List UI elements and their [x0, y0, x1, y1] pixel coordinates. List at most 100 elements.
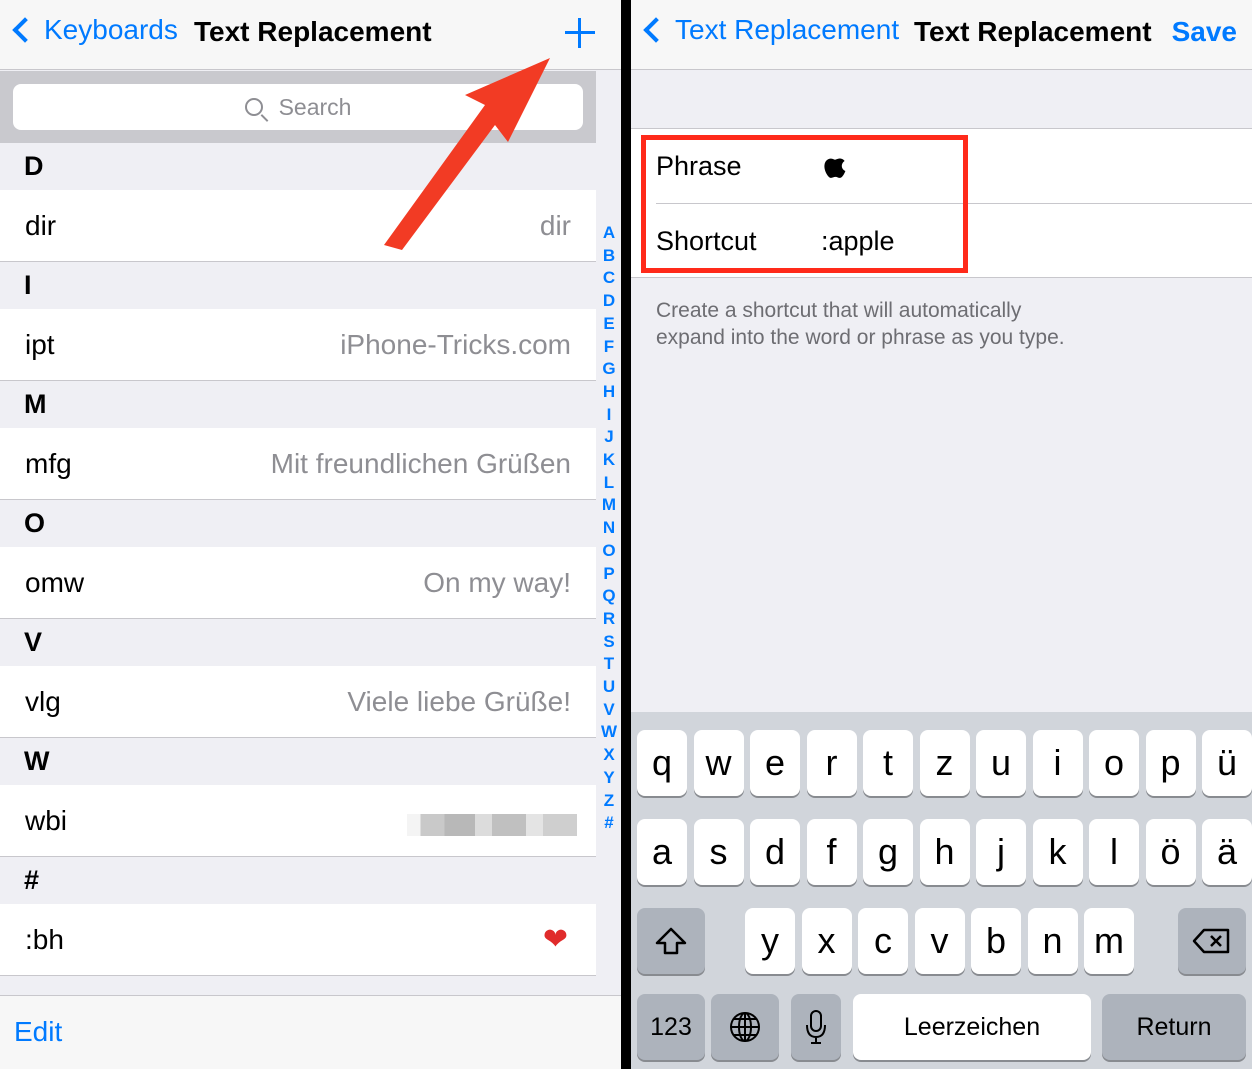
- index-letter[interactable]: Z: [600, 790, 618, 813]
- section-header: I: [0, 262, 596, 309]
- index-letter[interactable]: Y: [600, 767, 618, 790]
- letter-key[interactable]: n: [1027, 908, 1078, 974]
- letter-key[interactable]: ü: [1202, 730, 1252, 796]
- letter-key[interactable]: k: [1032, 819, 1083, 885]
- section-header: #: [0, 857, 596, 904]
- heart-icon: ❤: [542, 923, 568, 956]
- letter-key[interactable]: a: [637, 819, 687, 885]
- shortcut-field[interactable]: Shortcut :apple: [656, 203, 1252, 277]
- index-letter[interactable]: J: [600, 426, 618, 449]
- letter-key[interactable]: e: [750, 730, 800, 796]
- letter-key[interactable]: q: [637, 730, 687, 796]
- index-letter[interactable]: M: [600, 494, 618, 517]
- list-item[interactable]: vlg Viele liebe Grüße!: [0, 666, 596, 738]
- shortcut-text: vlg: [25, 686, 61, 717]
- search-bar: Search: [0, 71, 596, 143]
- index-letter[interactable]: K: [600, 449, 618, 472]
- dictation-key[interactable]: [791, 994, 841, 1060]
- section-index[interactable]: A B C D E F G H I J K L M N O P Q R S T U V W X Y Z #: [600, 222, 618, 835]
- letter-key[interactable]: h: [919, 819, 970, 885]
- back-button[interactable]: Text Replacement: [641, 14, 899, 46]
- search-input[interactable]: Search: [13, 84, 583, 130]
- letter-key[interactable]: j: [976, 819, 1026, 885]
- index-letter[interactable]: E: [600, 313, 618, 336]
- shift-key[interactable]: [637, 908, 705, 974]
- letter-key[interactable]: c: [858, 908, 908, 974]
- index-letter[interactable]: S: [600, 631, 618, 654]
- letter-key[interactable]: m: [1084, 908, 1134, 974]
- list-item[interactable]: ipt iPhone-Tricks.com: [0, 309, 596, 381]
- list-item[interactable]: wbi: [0, 785, 596, 857]
- navigation-bar: Text Replacement Text Replacement Save: [631, 0, 1252, 70]
- letter-key[interactable]: o: [1089, 730, 1139, 796]
- onscreen-keyboard: 123 Leerzeichen Return qwertzuiopü asdfgh…: [631, 712, 1252, 1069]
- letter-key[interactable]: x: [801, 908, 852, 974]
- letter-key[interactable]: ä: [1202, 819, 1252, 885]
- index-letter[interactable]: V: [600, 699, 618, 722]
- index-letter[interactable]: B: [600, 245, 618, 268]
- index-letter[interactable]: G: [600, 358, 618, 381]
- letter-key[interactable]: f: [806, 819, 857, 885]
- list-item[interactable]: dir dir: [0, 190, 596, 262]
- shortcut-value: :apple: [821, 226, 895, 256]
- return-key[interactable]: Return: [1102, 994, 1246, 1060]
- index-letter[interactable]: R: [600, 608, 618, 631]
- index-letter[interactable]: U: [600, 676, 618, 699]
- shift-icon: [655, 927, 687, 955]
- letter-key[interactable]: ö: [1145, 819, 1196, 885]
- list-item[interactable]: :bh ❤: [0, 904, 596, 976]
- save-button[interactable]: Save: [1172, 16, 1237, 48]
- shortcut-text: ipt: [25, 329, 55, 360]
- space-key[interactable]: Leerzeichen: [853, 994, 1091, 1060]
- letter-key[interactable]: i: [1032, 730, 1083, 796]
- index-letter[interactable]: F: [600, 336, 618, 359]
- letter-key[interactable]: l: [1089, 819, 1139, 885]
- phrase-text: On my way!: [423, 567, 571, 598]
- phrase-text: Viele liebe Grüße!: [347, 686, 571, 717]
- bottom-toolbar: Edit: [0, 995, 621, 1069]
- index-letter[interactable]: I: [600, 404, 618, 427]
- add-shortcut-button[interactable]: [562, 14, 598, 50]
- page-title: Text Replacement: [914, 16, 1152, 47]
- letter-key[interactable]: b: [971, 908, 1021, 974]
- letter-key[interactable]: s: [693, 819, 744, 885]
- chevron-left-icon: [12, 17, 38, 43]
- letter-key[interactable]: u: [976, 730, 1026, 796]
- index-letter[interactable]: #: [600, 812, 618, 835]
- index-letter[interactable]: X: [600, 744, 618, 767]
- index-letter[interactable]: D: [600, 290, 618, 313]
- back-button[interactable]: Keyboards: [10, 14, 178, 46]
- list-item[interactable]: mfg Mit freundlichen Grüßen: [0, 428, 596, 500]
- letter-key[interactable]: p: [1145, 730, 1196, 796]
- text-replacement-list-screen: Keyboards Text Replacement Search Ddir di…: [0, 0, 621, 1069]
- letter-key[interactable]: v: [914, 908, 965, 974]
- back-button-label: Keyboards: [44, 14, 178, 45]
- index-letter[interactable]: T: [600, 653, 618, 676]
- index-letter[interactable]: A: [600, 222, 618, 245]
- index-letter[interactable]: C: [600, 267, 618, 290]
- index-letter[interactable]: N: [600, 517, 618, 540]
- index-letter[interactable]: L: [600, 472, 618, 495]
- navigation-bar: Keyboards Text Replacement: [0, 0, 621, 70]
- globe-key[interactable]: [711, 994, 779, 1060]
- letter-key[interactable]: z: [919, 730, 970, 796]
- search-placeholder: Search: [278, 93, 352, 120]
- index-letter[interactable]: Q: [600, 585, 618, 608]
- list-item[interactable]: omw On my way!: [0, 547, 596, 619]
- index-letter[interactable]: O: [600, 540, 618, 563]
- letter-key[interactable]: g: [863, 819, 913, 885]
- letter-key[interactable]: t: [863, 730, 913, 796]
- edit-button[interactable]: Edit: [14, 1016, 62, 1048]
- index-letter[interactable]: W: [600, 721, 618, 744]
- index-letter[interactable]: P: [600, 563, 618, 586]
- shortcut-text: mfg: [25, 448, 72, 479]
- index-letter[interactable]: H: [600, 381, 618, 404]
- backspace-key[interactable]: [1178, 908, 1246, 974]
- numbers-key[interactable]: 123: [637, 994, 705, 1060]
- phrase-field[interactable]: Phrase: [631, 129, 1252, 203]
- section-header: V: [0, 619, 596, 666]
- letter-key[interactable]: y: [745, 908, 795, 974]
- letter-key[interactable]: r: [806, 730, 857, 796]
- letter-key[interactable]: d: [750, 819, 800, 885]
- letter-key[interactable]: w: [693, 730, 744, 796]
